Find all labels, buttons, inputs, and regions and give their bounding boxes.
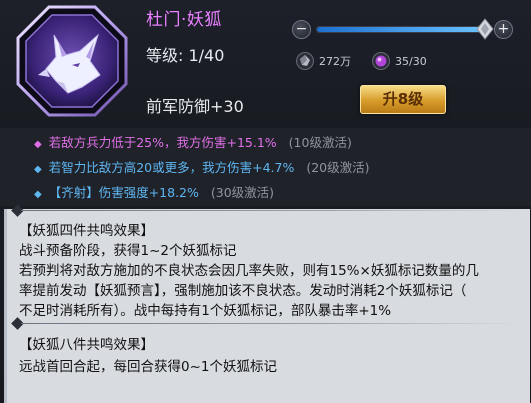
skill-text: 【齐射】伤害强度+18.2%	[48, 185, 199, 200]
stat-bonus: 前军防御+30	[146, 97, 244, 116]
gem-gray-icon	[296, 52, 314, 70]
section-separator	[11, 317, 523, 330]
set-four-line: 若预判将对敌方施加的不良状态会因几率失败，则有15%×妖狐标记数量的几	[19, 263, 479, 279]
resource-crystal-value: 35/30	[395, 54, 427, 68]
level-slider[interactable]: − +	[292, 18, 516, 40]
plus-button[interactable]: +	[494, 20, 513, 39]
diamond-bullet-icon: ◆	[34, 189, 42, 200]
skill-text: 若智力比敌方高20或更多，我方伤害+4.7%	[48, 160, 295, 175]
set-four-line: 不足时消耗所有）。战中每持有1个妖狐标记，部队暴击率+1%	[19, 303, 392, 319]
equipment-header: 杜门·妖狐 等级: 1/40 前军防御+30 − + 272万 35/30 升8…	[0, 0, 531, 128]
upgrade-button[interactable]: 升8级	[360, 85, 446, 114]
set-four-line: 率提前发动【妖狐预言】，强制施加该不良状态。发动时消耗2个妖狐标记（	[19, 283, 467, 299]
skill-list: ◆ 若敌方兵力低于25%，我方伤害+15.1% (10级激活) ◆ 若智力比敌方高2…	[0, 128, 531, 206]
set-four-title: 【妖狐四件共鸣效果】	[19, 223, 154, 239]
skill-unlock: (30级激活)	[210, 185, 275, 200]
gem-purple-icon	[372, 52, 390, 70]
level-label: 等级: 1/40	[146, 46, 225, 65]
hero-name: 杜门·妖狐	[146, 10, 222, 30]
slider-track[interactable]	[316, 18, 494, 40]
resource-silver: 272万	[296, 51, 351, 71]
skill-text: 若敌方兵力低于25%，我方伤害+15.1%	[48, 135, 277, 150]
skill-item: ◆ 【齐射】伤害强度+18.2% (30级激活)	[34, 182, 274, 201]
diamond-bullet-icon: ◆	[34, 139, 42, 150]
skill-unlock: (10级激活)	[288, 135, 352, 150]
set-effects-panel: 【妖狐四件共鸣效果】 战斗预备阶段，获得1~2个妖狐标记 若预判将对敌方施加的不…	[4, 204, 530, 403]
skill-item: ◆ 若智力比敌方高20或更多，我方伤害+4.7% (20级激活)	[34, 157, 370, 176]
slider-fill	[317, 27, 485, 32]
section-separator	[11, 204, 523, 217]
diamond-bullet-icon: ◆	[34, 164, 42, 175]
minus-button[interactable]: −	[292, 20, 311, 39]
resource-crystal: 35/30	[372, 51, 427, 71]
set-eight-title: 【妖狐八件共鸣效果】	[19, 337, 154, 353]
skill-unlock: (20级激活)	[306, 160, 370, 175]
fox-portrait-icon	[16, 5, 128, 117]
skill-item: ◆ 若敌方兵力低于25%，我方伤害+15.1% (10级激活)	[34, 132, 352, 151]
resource-silver-value: 272万	[319, 55, 351, 68]
set-four-line: 战斗预备阶段，获得1~2个妖狐标记	[19, 243, 237, 259]
equipment-detail-panel: 杜门·妖狐 等级: 1/40 前军防御+30 − + 272万 35/30 升8…	[0, 0, 531, 403]
slider-thumb-icon[interactable]	[476, 18, 494, 40]
set-eight-line: 远战首回合起，每回合获得0~1个妖狐标记	[19, 359, 277, 375]
